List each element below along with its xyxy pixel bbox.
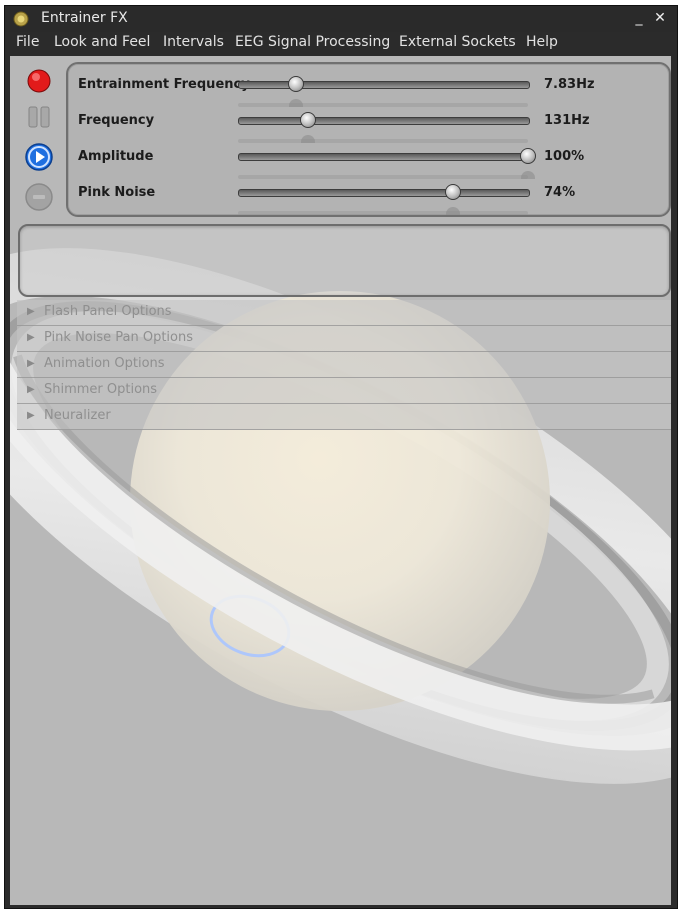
section-animation-options[interactable]: ▶ Animation Options: [17, 352, 671, 378]
entrainment-frequency-label: Entrainment Frequency: [78, 77, 250, 92]
minimize-button[interactable]: _: [631, 10, 647, 26]
controls-panel: Entrainment Frequency 7.83Hz Frequency 1…: [66, 62, 671, 217]
section-pink-noise-pan-options[interactable]: ▶ Pink Noise Pan Options: [17, 326, 671, 352]
expand-arrow-icon: ▶: [27, 384, 35, 395]
play-button[interactable]: [24, 142, 54, 172]
menu-bar: File Look and Feel Intervals EEG Signal …: [5, 32, 677, 54]
amplitude-label: Amplitude: [78, 149, 154, 164]
frequency-label: Frequency: [78, 113, 155, 128]
close-button[interactable]: ✕: [652, 10, 668, 26]
menu-intervals[interactable]: Intervals: [163, 34, 224, 50]
section-neuralizer[interactable]: ▶ Neuralizer: [17, 404, 671, 430]
pink-noise-label: Pink Noise: [78, 185, 156, 200]
section-label: Pink Noise Pan Options: [44, 330, 194, 345]
expand-arrow-icon: ▶: [27, 410, 35, 421]
entrainment-frequency-shadow: [238, 103, 528, 107]
record-button[interactable]: [24, 66, 54, 96]
expand-arrow-icon: ▶: [27, 332, 35, 343]
pause-icon: [28, 106, 50, 128]
menu-file[interactable]: File: [16, 34, 39, 50]
title-bar[interactable]: Entrainer FX _ ✕: [5, 6, 677, 32]
stop-icon: [25, 183, 53, 211]
menu-help[interactable]: Help: [526, 34, 558, 50]
pink-noise-thumb[interactable]: [444, 184, 461, 200]
window-title: Entrainer FX: [41, 10, 128, 26]
section-label: Neuralizer: [44, 408, 111, 423]
section-flash-panel-options[interactable]: ▶ Flash Panel Options: [17, 300, 671, 326]
menu-look-and-feel[interactable]: Look and Feel: [54, 34, 150, 50]
info-display-panel: [18, 224, 671, 297]
entrainment-frequency-value: 7.83Hz: [544, 77, 595, 92]
pink-noise-thumb-shadow: [445, 207, 460, 215]
amplitude-thumb[interactable]: [520, 148, 536, 164]
play-icon: [25, 143, 53, 171]
section-shimmer-options[interactable]: ▶ Shimmer Options: [17, 378, 671, 404]
app-logo-icon: [13, 11, 29, 27]
amplitude-slider[interactable]: [238, 153, 530, 161]
pink-noise-slider[interactable]: [238, 189, 530, 197]
pink-noise-value: 74%: [544, 185, 576, 200]
amplitude-thumb-shadow: [521, 171, 535, 179]
menu-external-sockets[interactable]: External Sockets: [399, 34, 516, 50]
record-icon: [27, 69, 51, 93]
pink-noise-shadow: [238, 211, 528, 215]
entrainment-frequency-thumb[interactable]: [288, 76, 304, 92]
section-label: Shimmer Options: [44, 382, 158, 397]
amplitude-value: 100%: [544, 149, 585, 164]
menu-eeg-signal-processing[interactable]: EEG Signal Processing: [235, 34, 390, 50]
entrainment-frequency-thumb-shadow: [289, 99, 303, 107]
section-label: Flash Panel Options: [44, 304, 172, 319]
main-content: Entrainment Frequency 7.83Hz Frequency 1…: [10, 56, 671, 905]
frequency-thumb[interactable]: [299, 112, 316, 128]
stop-button[interactable]: [24, 182, 54, 212]
pause-button[interactable]: [24, 102, 54, 132]
expand-arrow-icon: ▶: [27, 306, 35, 317]
entrainment-frequency-slider[interactable]: [238, 81, 530, 89]
frequency-slider[interactable]: [238, 117, 530, 125]
frequency-thumb-shadow: [300, 135, 315, 143]
amplitude-shadow: [238, 175, 528, 179]
frequency-value: 131Hz: [544, 113, 590, 128]
app-window: Entrainer FX _ ✕ File Look and Feel Inte…: [4, 5, 678, 909]
section-label: Animation Options: [44, 356, 165, 371]
expand-arrow-icon: ▶: [27, 358, 35, 369]
frequency-shadow: [238, 139, 528, 143]
